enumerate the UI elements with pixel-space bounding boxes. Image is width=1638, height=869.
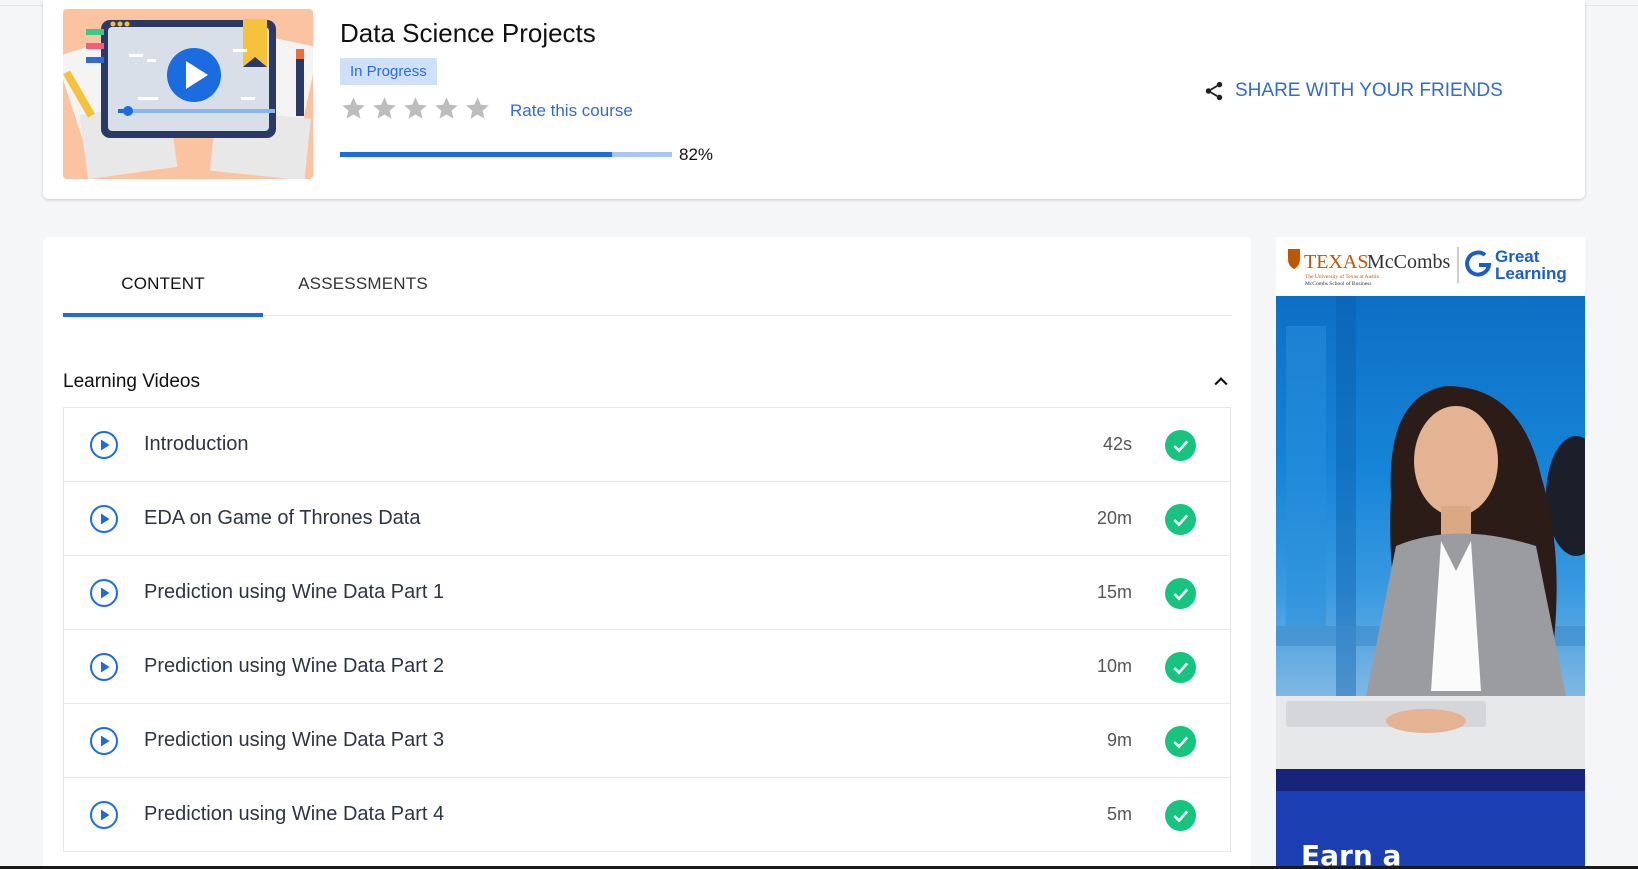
star-icon[interactable] [433, 95, 460, 122]
list-item[interactable]: Prediction using Wine Data Part 1 15m [64, 556, 1230, 630]
chevron-up-icon[interactable] [1211, 372, 1231, 392]
ad-logo-sub2: McCombs School of Business [1305, 280, 1371, 287]
tab-content[interactable]: CONTENT [63, 272, 263, 317]
video-duration: 5m [1106, 804, 1132, 824]
rating-stars[interactable] [340, 95, 491, 122]
course-progress-fill [340, 152, 613, 157]
ad-cta-text: Earn a [1301, 839, 1402, 869]
course-progress-bar [340, 152, 672, 157]
play-circle-icon[interactable] [89, 504, 119, 534]
video-title: Prediction using Wine Data Part 2 [144, 655, 445, 677]
ad-photo-illustration [1276, 296, 1585, 790]
video-duration: 42s [1102, 434, 1132, 454]
advertisement-banner[interactable]: TEXAS McCombs The University of Texas at… [1276, 237, 1585, 869]
video-title: Prediction using Wine Data Part 1 [144, 581, 445, 603]
ad-partner-logos: TEXAS McCombs The University of Texas at… [1276, 237, 1585, 296]
video-title: Prediction using Wine Data Part 4 [144, 803, 445, 825]
tab-assessments[interactable]: ASSESSMENTS [263, 272, 463, 315]
rate-course-link[interactable]: Rate this course [510, 101, 633, 121]
check-circle-icon [1165, 800, 1196, 831]
video-title: Introduction [144, 433, 249, 455]
video-duration: 10m [1096, 656, 1132, 676]
section-title: Learning Videos [63, 371, 200, 392]
video-title: EDA on Game of Thrones Data [144, 507, 421, 529]
check-circle-icon [1165, 726, 1196, 757]
play-circle-icon[interactable] [89, 726, 119, 756]
course-content-panel: CONTENT ASSESSMENTS Learning Videos Intr… [43, 237, 1251, 869]
play-circle-icon[interactable] [89, 430, 119, 460]
check-circle-icon [1165, 578, 1196, 609]
video-duration: 9m [1106, 730, 1132, 750]
star-icon[interactable] [340, 95, 367, 122]
video-duration: 20m [1096, 508, 1132, 528]
ad-logo-mccombs: McCombs [1367, 251, 1451, 273]
content-tabs: CONTENT ASSESSMENTS [63, 272, 1231, 317]
check-circle-icon [1165, 504, 1196, 535]
ad-logo-learning: Learning [1495, 264, 1567, 283]
share-icon [1205, 81, 1223, 101]
course-header-card: Data Science Projects In Progress Rate t… [43, 0, 1585, 199]
course-thumbnail [63, 9, 313, 179]
course-progress-label: 82% [679, 145, 714, 164]
course-title: Data Science Projects [340, 18, 596, 48]
ad-strip [1276, 769, 1585, 791]
star-icon[interactable] [402, 95, 429, 122]
ad-photo [1276, 296, 1585, 790]
play-circle-icon[interactable] [89, 578, 119, 608]
list-item[interactable]: Prediction using Wine Data Part 2 10m [64, 630, 1230, 704]
share-button[interactable]: SHARE WITH YOUR FRIENDS [1203, 80, 1503, 102]
video-title: Prediction using Wine Data Part 3 [144, 729, 445, 751]
check-circle-icon [1165, 652, 1196, 683]
ad-logo-texas: TEXAS [1304, 251, 1368, 273]
status-badge: In Progress [340, 58, 437, 85]
course-thumbnail-illustration [63, 9, 313, 179]
check-circle-icon [1165, 430, 1196, 461]
play-circle-icon[interactable] [89, 652, 119, 682]
learning-videos-header[interactable]: Learning Videos [63, 371, 1231, 393]
list-item[interactable]: EDA on Game of Thrones Data 20m [64, 482, 1230, 556]
ad-cta-banner[interactable]: Earn a [1276, 791, 1585, 869]
list-item[interactable]: Prediction using Wine Data Part 3 9m [64, 704, 1230, 778]
list-item[interactable]: Introduction 42s [64, 408, 1230, 482]
star-icon[interactable] [371, 95, 398, 122]
share-label: SHARE WITH YOUR FRIENDS [1235, 80, 1503, 101]
star-icon[interactable] [464, 95, 491, 122]
list-item[interactable]: Prediction using Wine Data Part 4 5m [64, 778, 1230, 852]
ad-logo-sub: The University of Texas at Austin [1305, 273, 1379, 280]
video-list: Introduction 42s EDA on Game of Thrones … [63, 407, 1231, 852]
ad-logo-graphic: TEXAS McCombs The University of Texas at… [1288, 247, 1567, 287]
play-circle-icon[interactable] [89, 800, 119, 830]
video-duration: 15m [1096, 582, 1132, 602]
